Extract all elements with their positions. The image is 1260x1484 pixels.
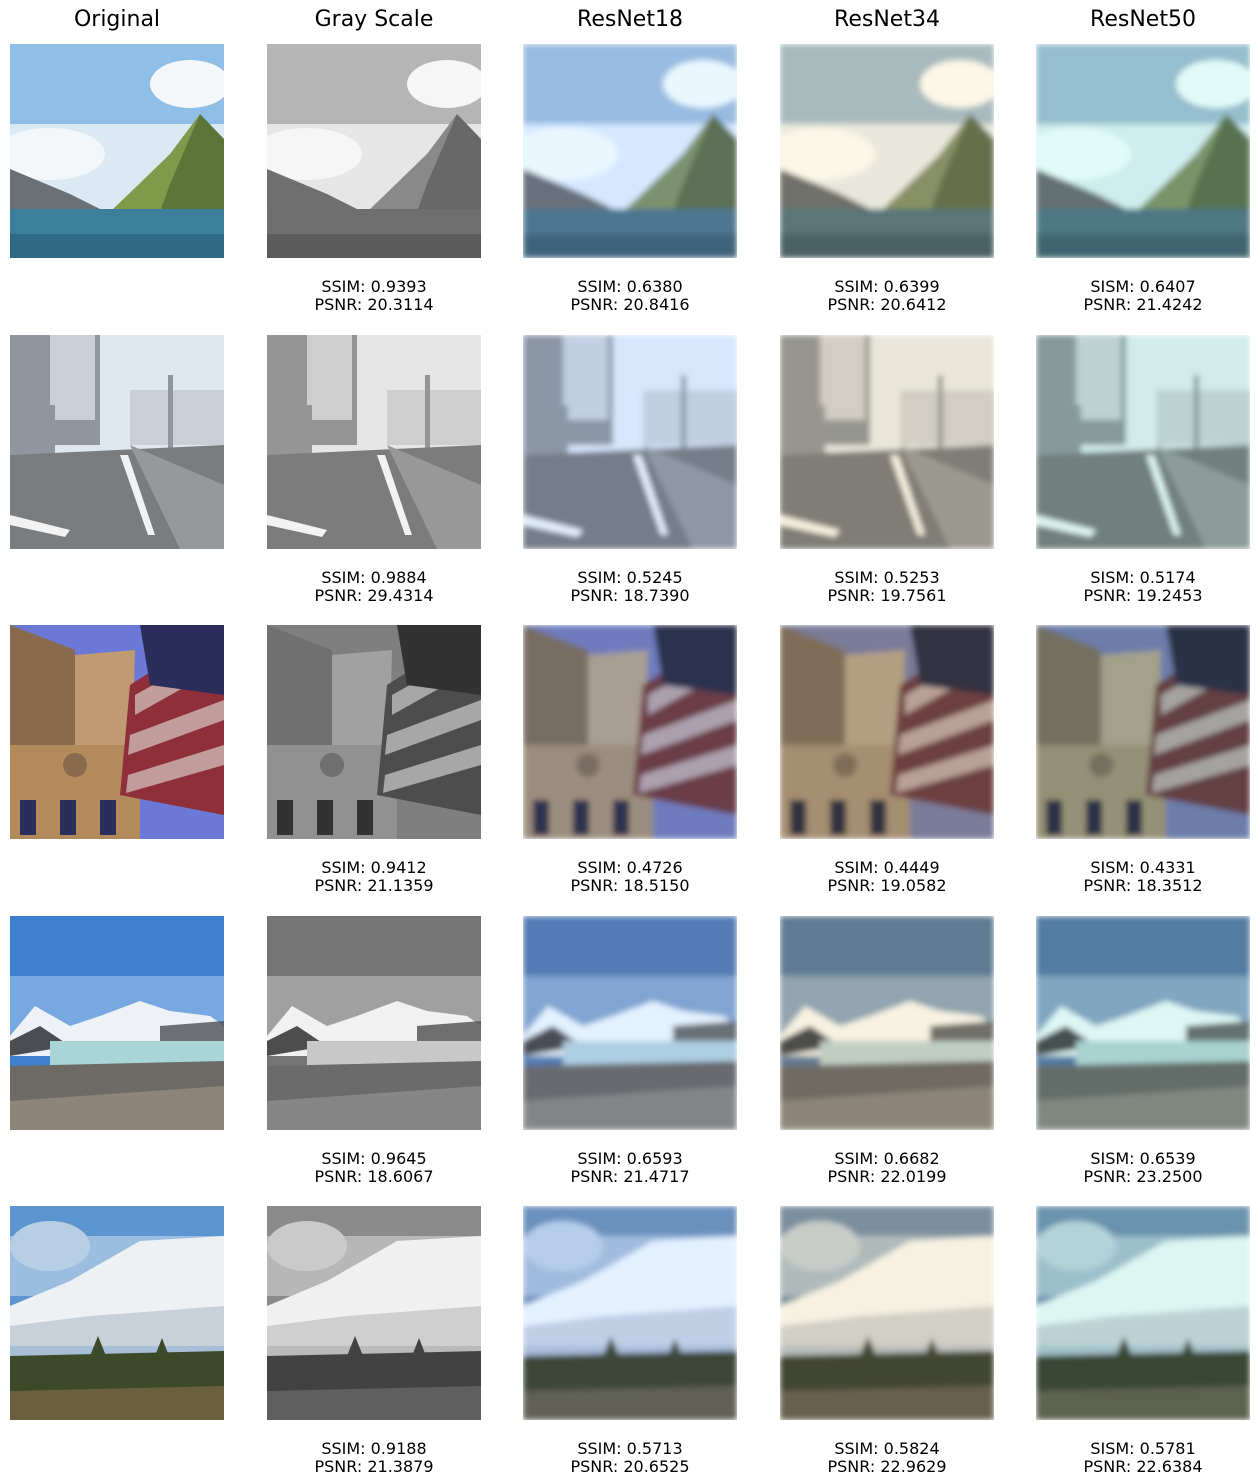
snow-mountain-resnet18-image bbox=[523, 1206, 737, 1420]
psnr-value: PSNR: 18.6067 bbox=[314, 1167, 434, 1186]
psnr-value: PSNR: 21.4242 bbox=[1083, 295, 1203, 314]
flag-buildings-resnet50-image bbox=[1036, 625, 1250, 839]
ssim-value: SSIM: 0.9645 bbox=[321, 1149, 427, 1168]
psnr-value: PSNR: 20.8416 bbox=[570, 295, 690, 314]
ssim-value: SSIM: 0.9188 bbox=[321, 1439, 427, 1458]
psnr-value: PSNR: 20.3114 bbox=[314, 295, 434, 314]
psnr-value: PSNR: 22.9629 bbox=[827, 1457, 947, 1476]
psnr-value: PSNR: 19.2453 bbox=[1083, 586, 1203, 605]
psnr-value: PSNR: 18.5150 bbox=[570, 876, 690, 895]
ssim-value: SSIM: 0.6593 bbox=[577, 1149, 683, 1168]
city-street-original-image bbox=[10, 335, 224, 549]
ssim-value: SSIM: 0.4726 bbox=[577, 858, 683, 877]
ssim-value: SISM: 0.4331 bbox=[1090, 858, 1196, 877]
metric-label-resnet34: SSIM: 0.6682 PSNR: 22.0199 bbox=[780, 1150, 994, 1186]
ssim-value: SSIM: 0.9393 bbox=[321, 277, 427, 296]
ssim-value: SSIM: 0.6682 bbox=[834, 1149, 940, 1168]
lake-mountain-resnet50-image bbox=[1036, 44, 1250, 258]
psnr-value: PSNR: 20.6412 bbox=[827, 295, 947, 314]
psnr-value: PSNR: 18.7390 bbox=[570, 586, 690, 605]
metric-label-gray-scale: SSIM: 0.9884 PSNR: 29.4314 bbox=[267, 569, 481, 605]
metric-label-resnet18: SSIM: 0.6593 PSNR: 21.4717 bbox=[523, 1150, 737, 1186]
metric-label-resnet18: SSIM: 0.5245 PSNR: 18.7390 bbox=[523, 569, 737, 605]
metric-label-gray-scale: SSIM: 0.9645 PSNR: 18.6067 bbox=[267, 1150, 481, 1186]
lake-mountain-original-image bbox=[10, 44, 224, 258]
psnr-value: PSNR: 20.6525 bbox=[570, 1457, 690, 1476]
flag-buildings-resnet34-image bbox=[780, 625, 994, 839]
metric-label-gray-scale: SSIM: 0.9393 PSNR: 20.3114 bbox=[267, 278, 481, 314]
column-title-resnet18: ResNet18 bbox=[577, 7, 683, 32]
metric-label-resnet50: SISM: 0.6407 PSNR: 21.4242 bbox=[1036, 278, 1250, 314]
psnr-value: PSNR: 22.0199 bbox=[827, 1167, 947, 1186]
column-title-original: Original bbox=[73, 7, 161, 32]
glacier-lake-gray-scale-image bbox=[267, 916, 481, 1130]
metric-label-resnet18: SSIM: 0.4726 PSNR: 18.5150 bbox=[523, 859, 737, 895]
snow-mountain-original-image bbox=[10, 1206, 224, 1420]
psnr-value: PSNR: 29.4314 bbox=[314, 586, 434, 605]
psnr-value: PSNR: 21.4717 bbox=[570, 1167, 690, 1186]
snow-mountain-resnet34-image bbox=[780, 1206, 994, 1420]
glacier-lake-resnet18-image bbox=[523, 916, 737, 1130]
glacier-lake-original-image bbox=[10, 916, 224, 1130]
ssim-value: SSIM: 0.6399 bbox=[834, 277, 940, 296]
ssim-value: SISM: 0.6407 bbox=[1090, 277, 1196, 296]
ssim-value: SSIM: 0.6380 bbox=[577, 277, 683, 296]
city-street-resnet18-image bbox=[523, 335, 737, 549]
psnr-value: PSNR: 19.7561 bbox=[827, 586, 947, 605]
metric-label-resnet50: SISM: 0.4331 PSNR: 18.3512 bbox=[1036, 859, 1250, 895]
snow-mountain-resnet50-image bbox=[1036, 1206, 1250, 1420]
metric-label-resnet50: SISM: 0.5174 PSNR: 19.2453 bbox=[1036, 569, 1250, 605]
lake-mountain-resnet18-image bbox=[523, 44, 737, 258]
psnr-value: PSNR: 19.0582 bbox=[827, 876, 947, 895]
ssim-value: SSIM: 0.5253 bbox=[834, 568, 940, 587]
ssim-value: SSIM: 0.4449 bbox=[834, 858, 940, 877]
metric-label-resnet34: SSIM: 0.6399 PSNR: 20.6412 bbox=[780, 278, 994, 314]
column-title-resnet50: ResNet50 bbox=[1090, 7, 1196, 32]
glacier-lake-resnet34-image bbox=[780, 916, 994, 1130]
flag-buildings-gray-scale-image bbox=[267, 625, 481, 839]
metric-label-resnet34: SSIM: 0.4449 PSNR: 19.0582 bbox=[780, 859, 994, 895]
lake-mountain-gray-scale-image bbox=[267, 44, 481, 258]
ssim-value: SSIM: 0.5245 bbox=[577, 568, 683, 587]
city-street-resnet34-image bbox=[780, 335, 994, 549]
glacier-lake-resnet50-image bbox=[1036, 916, 1250, 1130]
psnr-value: PSNR: 23.2500 bbox=[1083, 1167, 1203, 1186]
metric-label-gray-scale: SSIM: 0.9412 PSNR: 21.1359 bbox=[267, 859, 481, 895]
flag-buildings-resnet18-image bbox=[523, 625, 737, 839]
city-street-resnet50-image bbox=[1036, 335, 1250, 549]
psnr-value: PSNR: 22.6384 bbox=[1083, 1457, 1203, 1476]
metric-label-resnet50: SISM: 0.5781 PSNR: 22.6384 bbox=[1036, 1440, 1250, 1476]
snow-mountain-gray-scale-image bbox=[267, 1206, 481, 1420]
ssim-value: SSIM: 0.9884 bbox=[321, 568, 427, 587]
metric-label-gray-scale: SSIM: 0.9188 PSNR: 21.3879 bbox=[267, 1440, 481, 1476]
psnr-value: PSNR: 21.3879 bbox=[314, 1457, 434, 1476]
city-street-gray-scale-image bbox=[267, 335, 481, 549]
ssim-value: SSIM: 0.5713 bbox=[577, 1439, 683, 1458]
column-title-gray-scale: Gray Scale bbox=[314, 7, 434, 32]
flag-buildings-original-image bbox=[10, 625, 224, 839]
ssim-value: SISM: 0.5174 bbox=[1090, 568, 1196, 587]
lake-mountain-resnet34-image bbox=[780, 44, 994, 258]
ssim-value: SISM: 0.6539 bbox=[1090, 1149, 1196, 1168]
column-title-resnet34: ResNet34 bbox=[834, 7, 940, 32]
metric-label-resnet18: SSIM: 0.6380 PSNR: 20.8416 bbox=[523, 278, 737, 314]
psnr-value: PSNR: 18.3512 bbox=[1083, 876, 1203, 895]
psnr-value: PSNR: 21.1359 bbox=[314, 876, 434, 895]
metric-label-resnet50: SISM: 0.6539 PSNR: 23.2500 bbox=[1036, 1150, 1250, 1186]
ssim-value: SSIM: 0.5824 bbox=[834, 1439, 940, 1458]
metric-label-resnet34: SSIM: 0.5824 PSNR: 22.9629 bbox=[780, 1440, 994, 1476]
metric-label-resnet34: SSIM: 0.5253 PSNR: 19.7561 bbox=[780, 569, 994, 605]
metric-label-resnet18: SSIM: 0.5713 PSNR: 20.6525 bbox=[523, 1440, 737, 1476]
ssim-value: SISM: 0.5781 bbox=[1090, 1439, 1196, 1458]
ssim-value: SSIM: 0.9412 bbox=[321, 858, 427, 877]
